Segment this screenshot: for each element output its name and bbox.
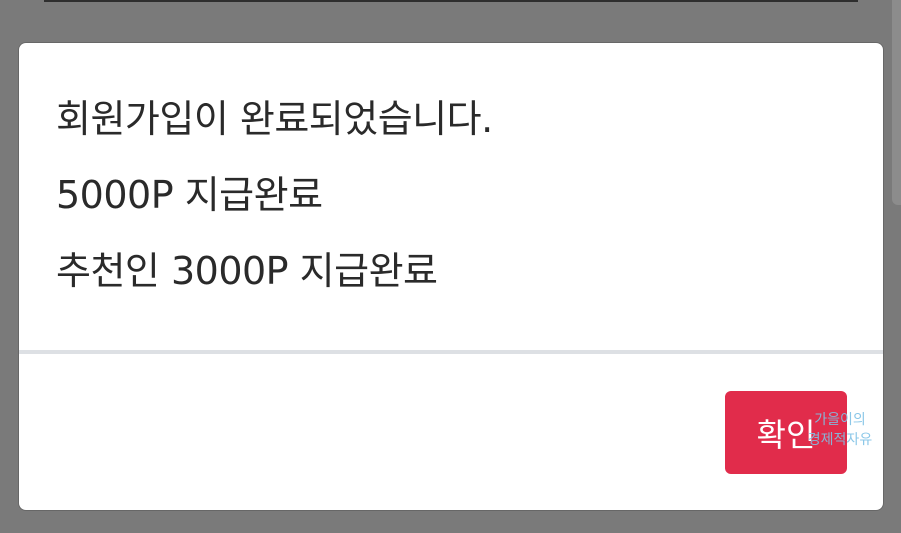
watermark: 가을이의 경제적자유 [800, 410, 880, 450]
watermark-line-2: 경제적자유 [807, 432, 873, 448]
message-line-referrer-points-paid: 추천인 3000P 지급완료 [56, 249, 438, 293]
background-divider [44, 0, 858, 2]
watermark-line-1: 가을이의 [814, 412, 866, 428]
scrollbar[interactable] [892, 0, 901, 205]
modal-backdrop: 회원가입이 완료되었습니다. 5000P 지급완료 추천인 3000P 지급완료… [0, 0, 901, 533]
alert-dialog: 회원가입이 완료되었습니다. 5000P 지급완료 추천인 3000P 지급완료… [19, 43, 883, 510]
dialog-divider [19, 350, 883, 354]
dialog-message: 회원가입이 완료되었습니다. 5000P 지급완료 추천인 3000P 지급완료 [56, 81, 856, 309]
message-line-signup-complete: 회원가입이 완료되었습니다. [56, 97, 493, 141]
message-line-points-paid: 5000P 지급완료 [56, 173, 323, 217]
